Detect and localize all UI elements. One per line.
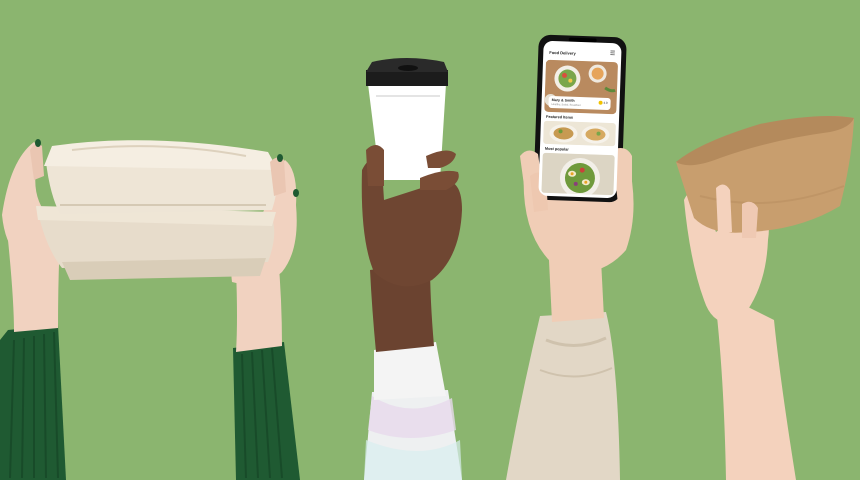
hamburger-menu-icon[interactable]: ☰ <box>610 51 616 57</box>
scene-illustration <box>0 34 854 480</box>
restaurant-name: Mary & Smith <box>551 98 575 103</box>
rating-badge: 4.9 <box>598 100 608 105</box>
featured-restaurant-image[interactable]: Mary & Smith Healthy, Salad, Breakfast 4… <box>544 59 619 115</box>
rating-value: 4.9 <box>603 100 608 105</box>
app-title: Food Delivery <box>549 49 576 56</box>
photo-scene: Food Delivery ☰ Mary & Smith Healthy, Sa… <box>0 0 860 480</box>
arm-with-coffee-cup <box>361 58 462 480</box>
restaurant-tags: Healthy, Salad, Breakfast <box>551 102 581 108</box>
featured-items-carousel[interactable] <box>543 120 616 147</box>
star-icon <box>598 100 603 105</box>
most-popular-list[interactable] <box>541 152 615 196</box>
restaurant-card[interactable]: Mary & Smith Healthy, Salad, Breakfast 4… <box>548 95 611 111</box>
arm-with-kraft-bowl <box>676 116 854 480</box>
featured-dishes-photo <box>543 120 616 147</box>
popular-salad-photo <box>541 152 615 196</box>
phone-screen: Food Delivery ☰ Mary & Smith Healthy, Sa… <box>538 40 622 199</box>
left-arms-with-containers <box>0 139 300 480</box>
